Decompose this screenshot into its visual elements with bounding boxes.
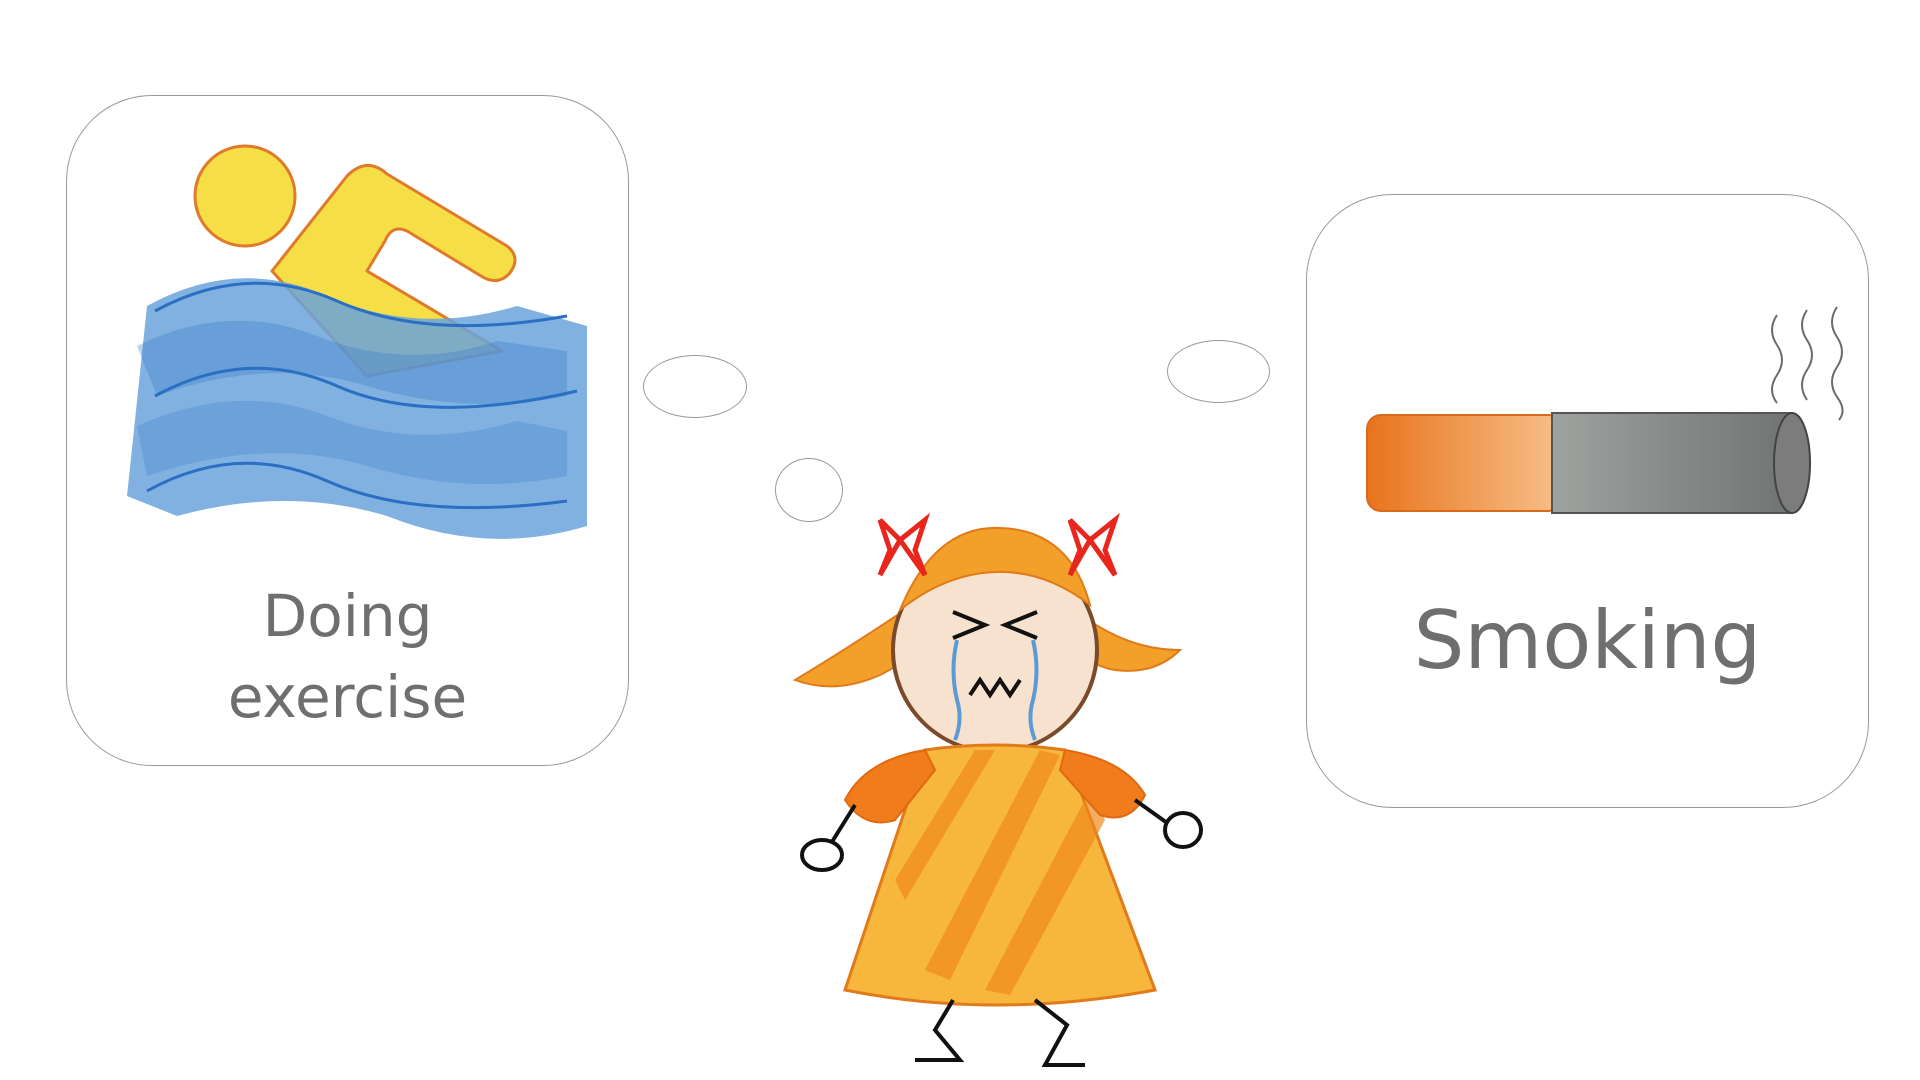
exercise-label: Doing exercise — [67, 576, 628, 738]
exercise-thought-card: Doing exercise — [66, 95, 629, 766]
cigarette-icon — [1366, 306, 1844, 514]
thought-bubble-small-right — [1167, 340, 1270, 403]
exercise-label-line-2: exercise — [227, 663, 468, 732]
crying-girl-icon — [792, 512, 1203, 1067]
smoking-thought-card: Smoking — [1306, 194, 1869, 808]
smoking-label: Smoking — [1413, 594, 1762, 687]
thought-bubble-small-left — [643, 355, 747, 418]
exercise-label-line-1: Doing — [262, 582, 433, 650]
swimming-icon — [127, 144, 587, 539]
